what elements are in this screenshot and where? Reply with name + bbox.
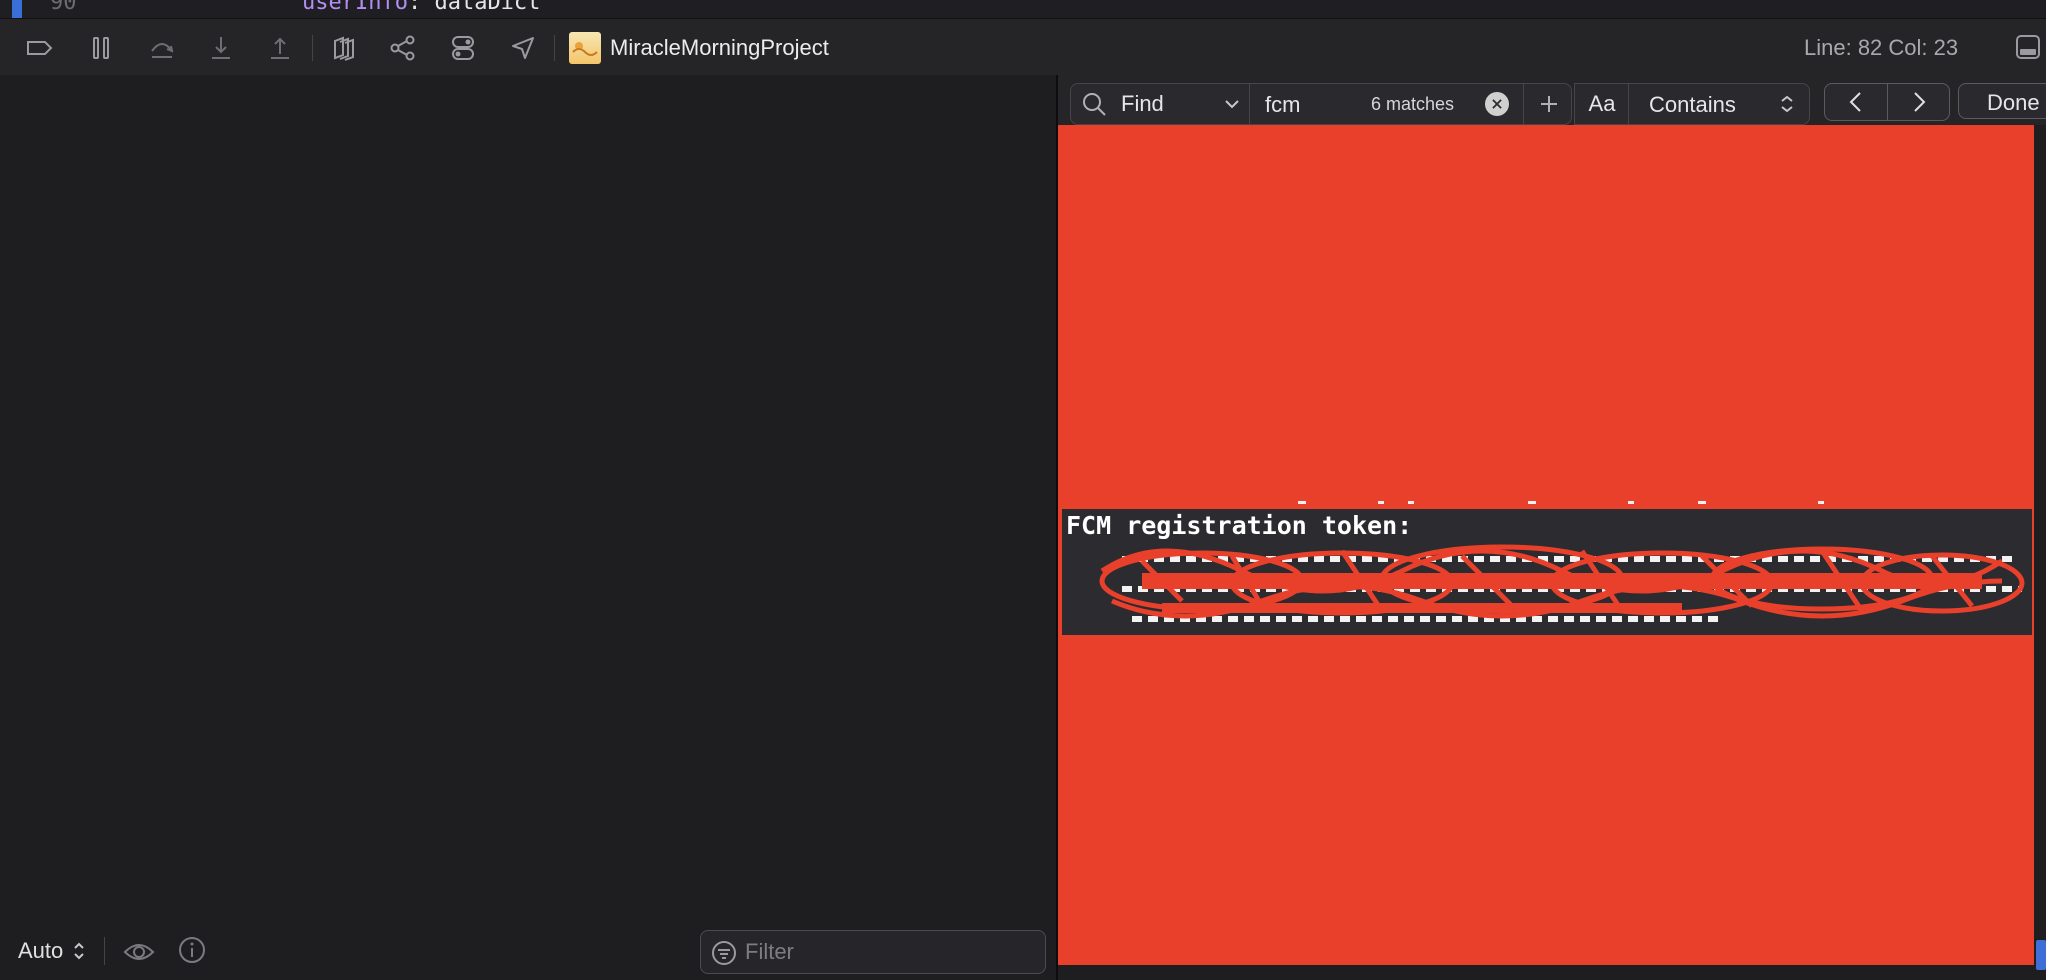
console-output: FCM registration token:	[1058, 125, 2034, 965]
find-query-input[interactable]	[1263, 90, 1367, 120]
match-type-label: Contains	[1649, 92, 1736, 117]
code-line-text: userInfo: dataDict	[302, 0, 540, 15]
find-navigation	[1824, 83, 1950, 121]
search-icon	[1083, 93, 1106, 116]
previous-match-button[interactable]	[1825, 84, 1887, 120]
variable-scope-selector[interactable]: Auto	[18, 938, 63, 964]
pause-icon[interactable]	[84, 31, 118, 65]
footer-separator	[104, 937, 105, 965]
chevron-updown-icon	[1781, 95, 1793, 113]
find-divider	[1249, 84, 1250, 124]
code-rest: : dataDict	[407, 0, 541, 15]
chevron-right-icon	[1914, 92, 1926, 112]
done-button[interactable]: Done	[1958, 83, 2046, 119]
environment-overrides-icon[interactable]	[446, 31, 480, 65]
chevron-updown-icon	[74, 942, 84, 960]
toolbar-separator	[554, 35, 555, 61]
match-case-toggle[interactable]: Aa	[1574, 83, 1630, 125]
memory-graph-icon[interactable]	[386, 31, 420, 65]
simulate-location-icon[interactable]	[506, 31, 540, 65]
filter-input[interactable]	[743, 937, 1037, 967]
step-out-icon[interactable]	[263, 31, 297, 65]
fcm-token-output: FCM registration token:	[1060, 507, 2034, 637]
redacted-output-region	[1058, 635, 2034, 965]
find-field[interactable]: Find 6 matches	[1070, 83, 1572, 125]
find-mode-selector[interactable]: Find	[1121, 91, 1164, 117]
code-editor-strip: 90 userInfo: dataDict	[0, 0, 2046, 18]
redacted-output-region	[1058, 125, 2034, 507]
match-type-selector[interactable]: Contains	[1628, 83, 1810, 125]
step-into-icon[interactable]	[204, 31, 238, 65]
filter-icon	[712, 941, 736, 965]
breakpoint-gutter-marker[interactable]	[12, 0, 22, 18]
find-bar: Find 6 matches Aa Contains Done	[1058, 75, 2046, 125]
info-icon[interactable]	[177, 935, 207, 965]
process-selector[interactable]: MiracleMorningProject	[610, 35, 829, 61]
code-line-number: 90	[50, 0, 77, 15]
redacted-text-fragments	[1298, 501, 1824, 504]
code-keyword: userInfo	[302, 0, 408, 15]
view-hierarchy-icon[interactable]	[327, 31, 361, 65]
redaction-scribble	[1099, 544, 2025, 622]
console-view: Find 6 matches Aa Contains Done	[1058, 75, 2046, 980]
project-app-icon	[569, 32, 601, 64]
hide-debug-area-icon[interactable]	[2014, 33, 2042, 61]
find-match-count: 6 matches	[1371, 94, 1455, 114]
next-match-button[interactable]	[1887, 84, 1950, 120]
breakpoints-toggle-icon[interactable]	[22, 31, 56, 65]
step-over-icon[interactable]	[145, 31, 179, 65]
debug-toolbar: MiracleMorningProject Line: 82 Col: 23	[0, 18, 2046, 76]
variables-filter[interactable]	[700, 930, 1046, 974]
variables-view: Auto	[0, 75, 1056, 980]
toolbar-separator	[312, 35, 313, 61]
add-find-term-icon[interactable]	[1535, 90, 1563, 118]
clear-search-icon[interactable]	[1485, 92, 1509, 116]
console-scrollbar[interactable]	[2036, 940, 2046, 970]
cursor-position: Line: 82 Col: 23	[1804, 35, 1959, 60]
eye-icon[interactable]	[122, 935, 156, 969]
find-divider	[1523, 84, 1524, 124]
chevron-left-icon	[1849, 92, 1861, 112]
chevron-down-icon	[1225, 100, 1239, 109]
